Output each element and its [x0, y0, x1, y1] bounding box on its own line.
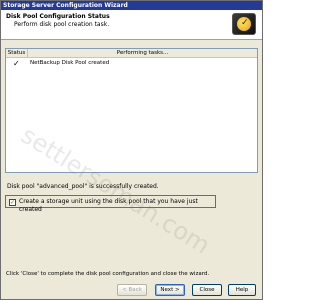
header-subtitle: Perform disk pool creation task. [14, 21, 110, 28]
product-logo-icon: ✓ [232, 13, 256, 35]
next-button[interactable]: Next > [155, 284, 185, 296]
wizard-header: Disk Pool Configuration Status Perform d… [1, 10, 262, 40]
window-title: Storage Server Configuration Wizard [1, 1, 262, 10]
task-label: NetBackup Disk Pool created [30, 60, 110, 66]
create-storage-unit-option[interactable]: ✓ Create a storage unit using the disk p… [5, 195, 216, 213]
help-button[interactable]: Help [228, 284, 256, 296]
footer-instruction: Click 'Close' to complete the disk pool … [6, 271, 210, 277]
column-header-tasks[interactable]: Performing tasks... [28, 49, 257, 58]
wizard-window: Storage Server Configuration Wizard Disk… [0, 0, 263, 300]
back-button[interactable]: < Back [117, 284, 147, 296]
button-bar: < Back Next > Close Help [1, 282, 262, 299]
success-message: Disk pool "advanced_pool" is successfull… [7, 183, 159, 190]
task-table: Status Performing tasks... ✓ NetBackup D… [5, 48, 258, 173]
content-panel: Status Performing tasks... ✓ NetBackup D… [5, 48, 260, 288]
table-header: Status Performing tasks... [6, 49, 257, 58]
create-storage-unit-label[interactable]: Create a storage unit using the disk poo… [19, 198, 215, 214]
column-header-status[interactable]: Status [6, 49, 28, 58]
logo-check-icon: ✓ [241, 18, 249, 28]
create-storage-unit-checkbox[interactable]: ✓ [9, 199, 16, 206]
table-row[interactable]: ✓ NetBackup Disk Pool created [6, 59, 257, 68]
header-title: Disk Pool Configuration Status [6, 13, 110, 20]
checkmark-icon: ✓ [13, 59, 20, 68]
close-button[interactable]: Close [192, 284, 222, 296]
